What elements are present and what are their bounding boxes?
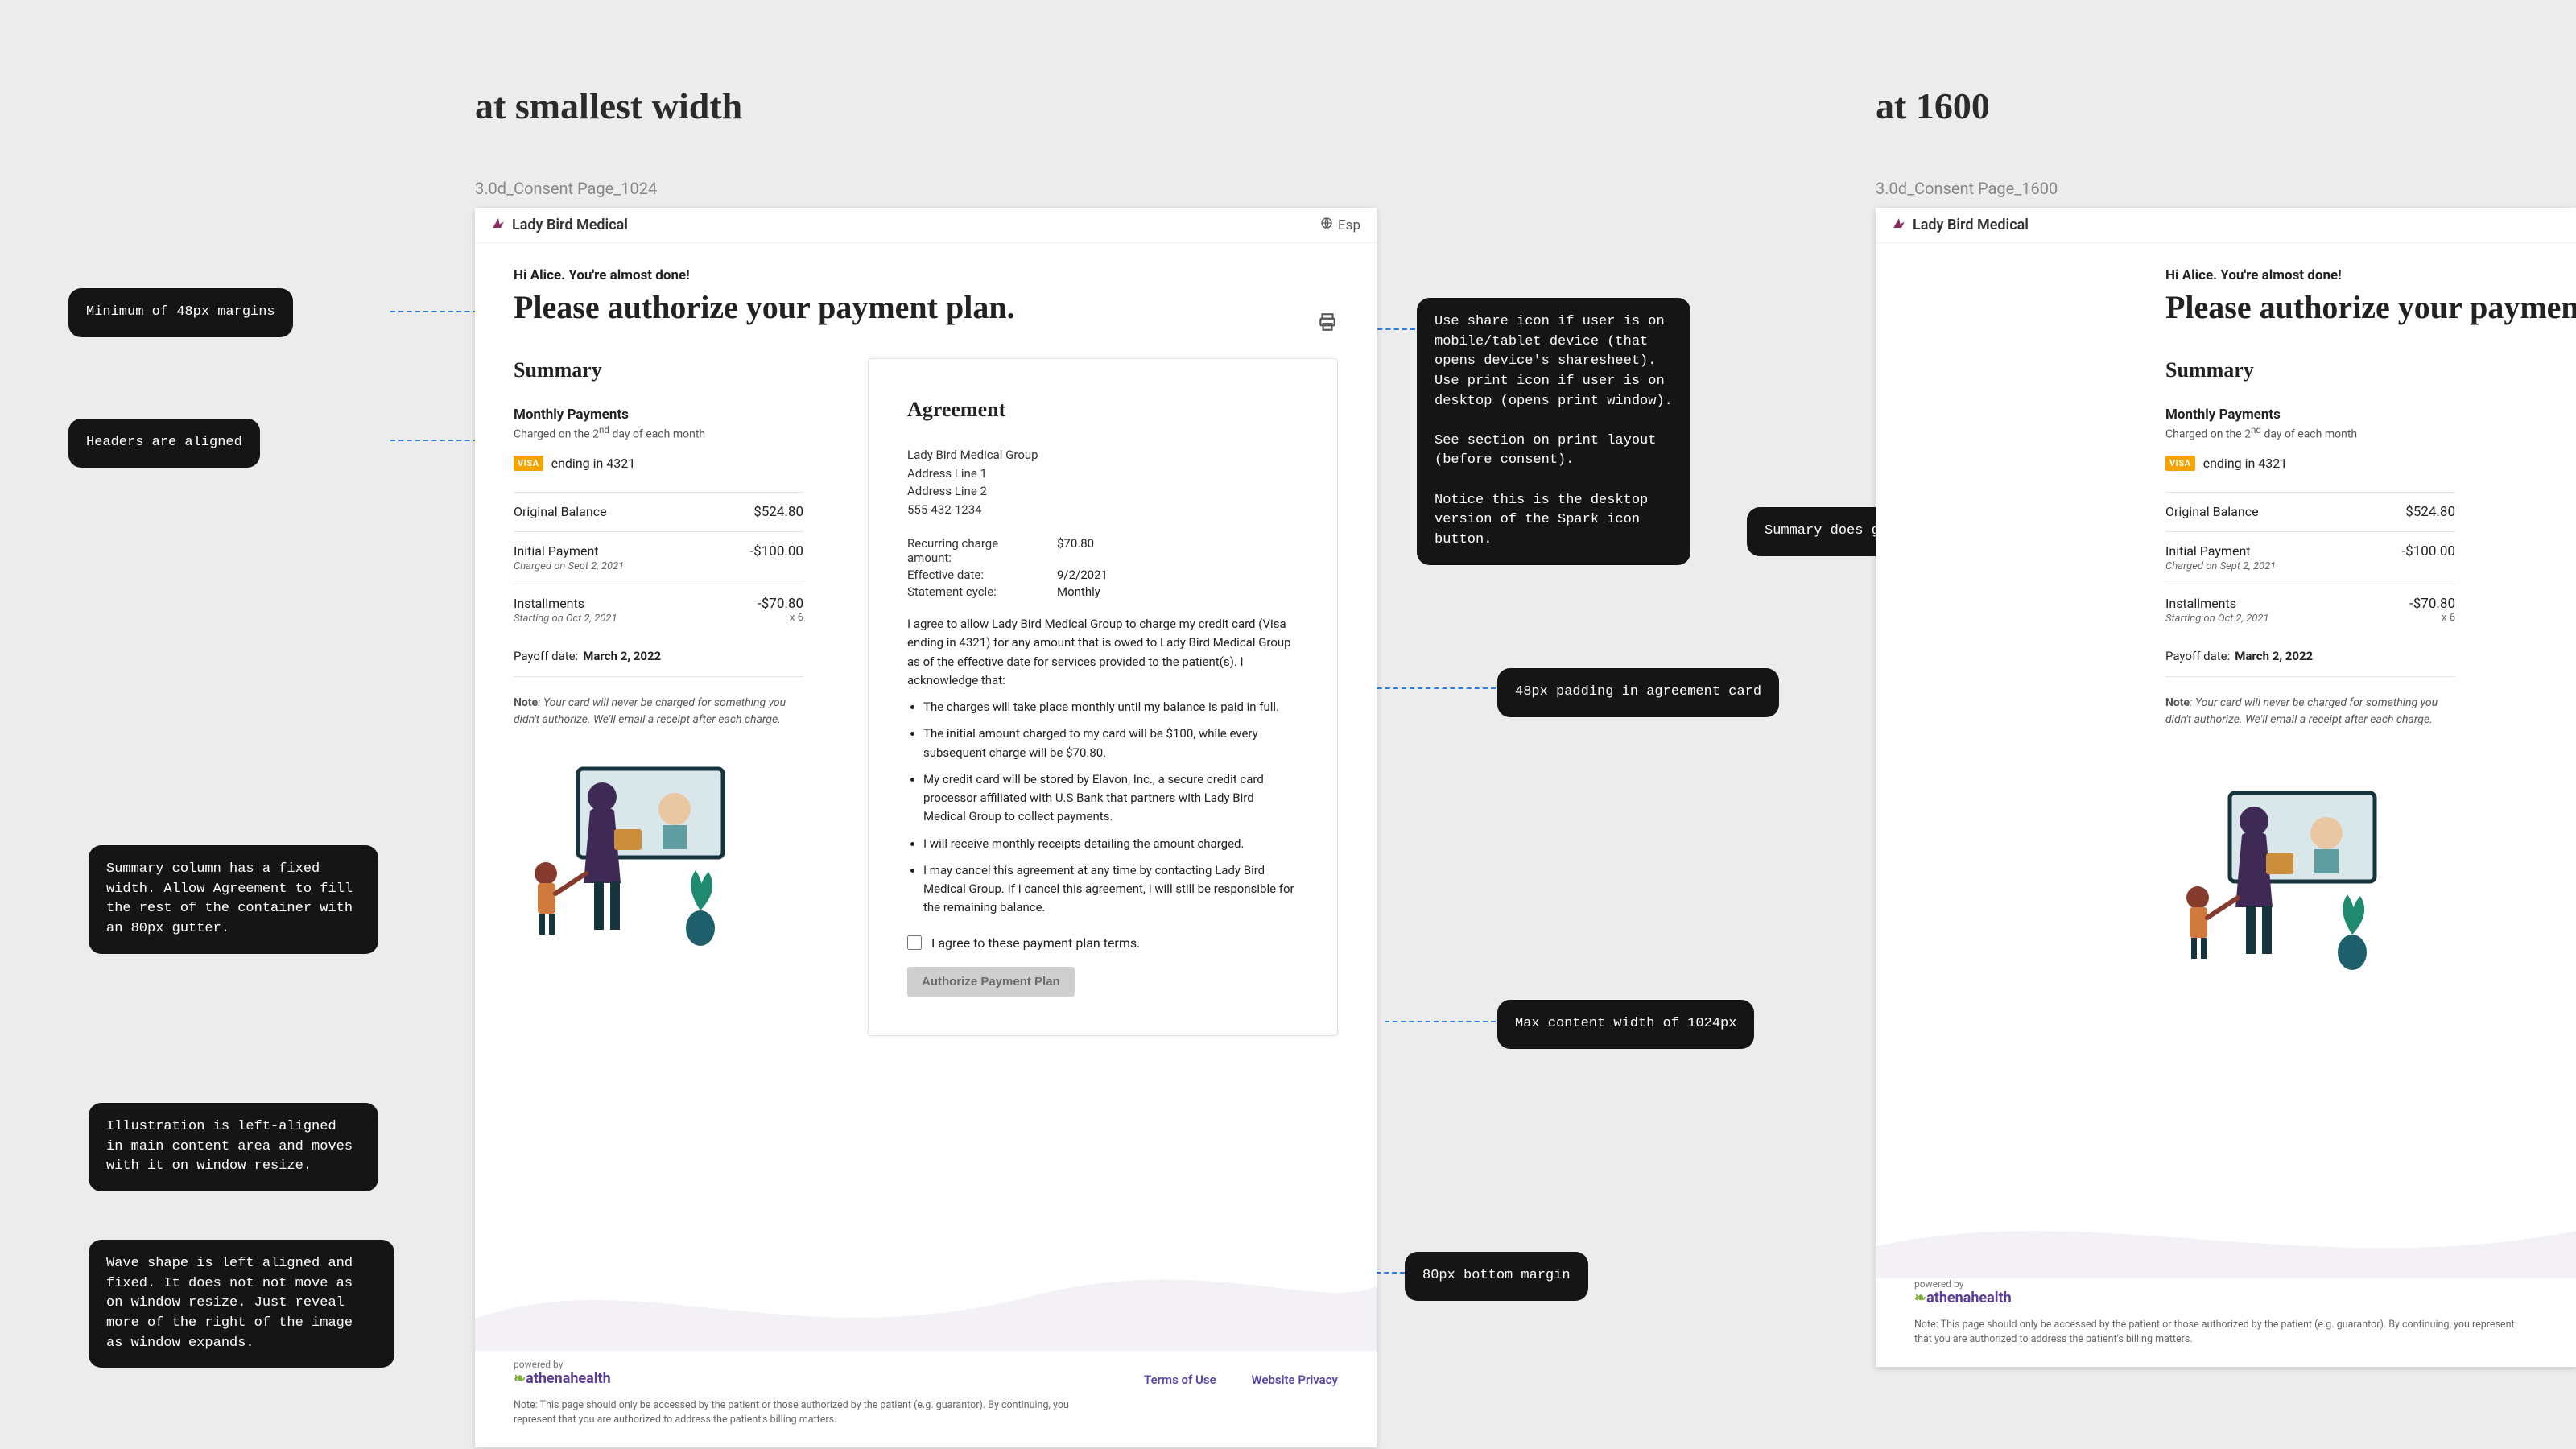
agree-checkbox[interactable] [907,935,922,950]
monthly-payments-label: Monthly Payments [2165,407,2455,423]
anno-headers: Headers are aligned [68,419,260,468]
mock-topbar: Lady Bird Medical Esp [475,208,1377,243]
authorize-button[interactable]: Authorize Payment Plan [907,967,1075,997]
agreement-heading: Agreement [907,398,1298,422]
brand: Lady Bird Medical [491,216,628,234]
illustration [514,753,803,949]
print-button[interactable] [1317,312,1338,335]
summary-heading: Summary [2165,358,2455,382]
summary-note: Note: Your card will never be charged fo… [514,695,803,729]
anno-agreement-padding: 48px padding in agreement card [1497,668,1779,717]
brand-name: Lady Bird Medical [1913,217,2029,233]
link-terms[interactable]: Terms of Use [1144,1373,1216,1387]
brand-name: Lady Bird Medical [512,217,628,233]
page-title: Please authorize your payment plan. [514,288,1015,326]
monthly-payments-label: Monthly Payments [514,407,803,423]
artboard-name-right: 3.0d_Consent Page_1600 [1876,179,2058,198]
footer-disclaimer: Note: This page should only be accessed … [1914,1318,2526,1348]
page-title: Please authorize your payment plan. [2165,288,2576,326]
card-row: VISA ending in 4321 [2165,456,2455,471]
greeting: Hi Alice. You're almost done! [2165,267,2576,283]
heading-left: at smallest width [475,85,742,127]
anno-share-print: Use share icon if user is on mobile/tabl… [1417,298,1690,565]
kv-cycle: Statement cycle:Monthly [907,584,1298,599]
row-initial-payment: Initial PaymentCharged on Sept 2, 2021 -… [2165,531,2455,584]
summary-column: Summary Monthly Payments Charged on the … [514,358,803,949]
row-initial-payment: Initial PaymentCharged on Sept 2, 2021 -… [514,531,803,584]
anno-summary-fixed: Summary column has a fixed width. Allow … [89,845,378,954]
card-ending: ending in 4321 [551,456,636,471]
visa-chip: VISA [514,456,543,471]
anno-margins: Minimum of 48px margins [68,288,293,337]
summary-note: Note: Your card will never be charged fo… [2165,695,2455,729]
agreement-intro: I agree to allow Lady Bird Medical Group… [907,615,1298,690]
heading-right: at 1600 [1876,85,1990,127]
footer-links: Terms of Use Website Privacy [1112,1373,1338,1387]
mock-topbar: Lady Bird Medical [1876,208,2576,243]
payoff-row: Payoff date:March 2, 2022 [2165,636,2455,677]
brand-logo-icon [1892,216,1906,234]
card-ending: ending in 4321 [2203,456,2288,471]
illustration [2165,777,2455,973]
kv-effective: Effective date:9/2/2021 [907,568,1298,582]
artboard-1600: Lady Bird Medical Hi Alice. You're almos… [1876,208,2576,1367]
language-toggle[interactable]: Esp [1320,217,1360,233]
globe-icon [1320,217,1333,233]
footer-disclaimer: Note: This page should only be accessed … [514,1398,1093,1429]
agreement-bullets: The charges will take place monthly unti… [923,698,1298,918]
provider-address: Lady Bird Medical Group Address Line 1 A… [907,446,1298,518]
artboard-1024: Lady Bird Medical Esp Hi Alice. You're a… [475,208,1377,1447]
bullet: The charges will take place monthly unti… [923,698,1298,716]
bullet: The initial amount charged to my card wi… [923,724,1298,762]
anno-illustration: Illustration is left-aligned in main con… [89,1103,378,1191]
anno-wave: Wave shape is left aligned and fixed. It… [89,1240,394,1368]
print-icon [1317,323,1338,335]
agreement-card: Agreement Lady Bird Medical Group Addres… [868,358,1338,1036]
powered-by: powered by ❧athenahealth [1914,1278,2537,1307]
monthly-payments-caption: Charged on the 2nd day of each month [2165,424,2455,441]
bullet: My credit card will be stored by Elavon,… [923,770,1298,827]
anno-bottom-margin: 80px bottom margin [1405,1252,1588,1301]
brand: Lady Bird Medical [1892,216,2029,234]
summary-heading: Summary [514,358,803,382]
bullet: I will receive monthly receipts detailin… [923,835,1298,853]
summary-column: Summary Monthly Payments Charged on the … [2165,358,2455,973]
agree-checkbox-row[interactable]: I agree to these payment plan terms. [907,935,1298,951]
wave-shape [1876,1190,2576,1278]
bullet: I may cancel this agreement at any time … [923,861,1298,918]
kv-amount: Recurring charge amount:$70.80 [907,536,1298,565]
monthly-payments-caption: Charged on the 2nd day of each month [514,424,803,441]
mock-footer: powered by ❧athenahealth Note: This page… [1876,1278,2576,1368]
row-original-balance: Original Balance $524.80 [2165,492,2455,531]
anno-max-width: Max content width of 1024px [1497,1000,1754,1049]
row-installments: InstallmentsStarting on Oct 2, 2021 -$70… [2165,584,2455,636]
row-installments: InstallmentsStarting on Oct 2, 2021 -$70… [514,584,803,636]
card-row: VISA ending in 4321 [514,456,803,471]
powered-by: powered by ❧athenahealth [514,1359,611,1387]
language-label: Esp [1338,217,1360,233]
greeting: Hi Alice. You're almost done! [514,267,1338,283]
mock-footer: powered by ❧athenahealth Terms of Use We… [475,1354,1377,1448]
row-original-balance: Original Balance $524.80 [514,492,803,531]
visa-chip: VISA [2165,456,2195,471]
agree-checkbox-label: I agree to these payment plan terms. [931,935,1140,951]
wave-shape [475,1254,1377,1351]
link-privacy[interactable]: Website Privacy [1251,1373,1338,1387]
payoff-row: Payoff date:March 2, 2022 [514,636,803,677]
brand-logo-icon [491,216,506,234]
artboard-name-left: 3.0d_Consent Page_1024 [475,179,657,198]
